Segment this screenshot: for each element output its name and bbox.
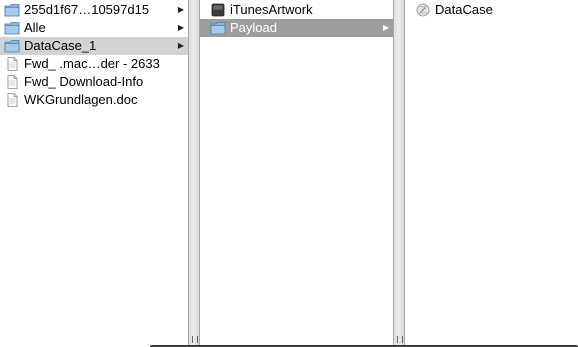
item-label: Fwd_ .mac…der - 2633 [24,56,160,71]
browser-column-2[interactable]: iTunesArtwork Payload ▶ [200,0,393,347]
list-item-fwd-download-info[interactable]: Fwd_ Download-Info [0,73,188,91]
item-label: Alle [24,20,46,35]
column-resize-divider[interactable] [188,0,200,347]
resize-grip-icon[interactable] [397,336,403,343]
column-1-list: 255d1f67…10597d15 ▶ Alle ▶ DataCase_1 ▶ … [0,0,188,109]
item-label: WKGrundlagen.doc [24,92,138,107]
column-2-list: iTunesArtwork Payload ▶ [200,0,393,37]
folder-icon [4,21,20,35]
list-item-datacase-1[interactable]: DataCase_1 ▶ [0,37,188,55]
item-label: 255d1f67…10597d15 [24,2,150,17]
item-label: DataCase_1 [24,38,97,53]
image-file-icon [210,3,226,17]
list-item-255d1f67[interactable]: 255d1f67…10597d15 ▶ [0,1,188,19]
disclosure-arrow-icon: ▶ [177,41,184,50]
column-3-list: DataCase [405,0,578,19]
list-item-alle[interactable]: Alle ▶ [0,19,188,37]
disclosure-arrow-icon: ▶ [382,23,389,32]
folder-icon [210,21,226,35]
item-label: Payload [230,20,277,35]
browser-column-3[interactable]: DataCase [405,0,578,347]
list-item-fwd-mac[interactable]: Fwd_ .mac…der - 2633 [0,55,188,73]
column-resize-divider[interactable] [393,0,405,347]
list-item-wkgrundlagen[interactable]: WKGrundlagen.doc [0,91,188,109]
list-item-datacase-app[interactable]: DataCase [405,1,578,19]
list-item-payload[interactable]: Payload ▶ [200,19,393,37]
folder-icon [4,3,20,17]
application-icon [415,3,431,17]
resize-grip-icon[interactable] [192,336,198,343]
document-icon [4,57,20,71]
folder-icon [4,39,20,53]
disclosure-arrow-icon: ▶ [177,23,184,32]
disclosure-arrow-icon: ▶ [177,5,184,14]
item-label: DataCase [435,2,493,17]
document-icon [4,93,20,107]
browser-column-1[interactable]: 255d1f67…10597d15 ▶ Alle ▶ DataCase_1 ▶ … [0,0,188,347]
list-item-itunesartwork[interactable]: iTunesArtwork [200,1,393,19]
item-label: Fwd_ Download-Info [24,74,144,89]
item-label: iTunesArtwork [230,2,313,17]
document-icon [4,75,20,89]
